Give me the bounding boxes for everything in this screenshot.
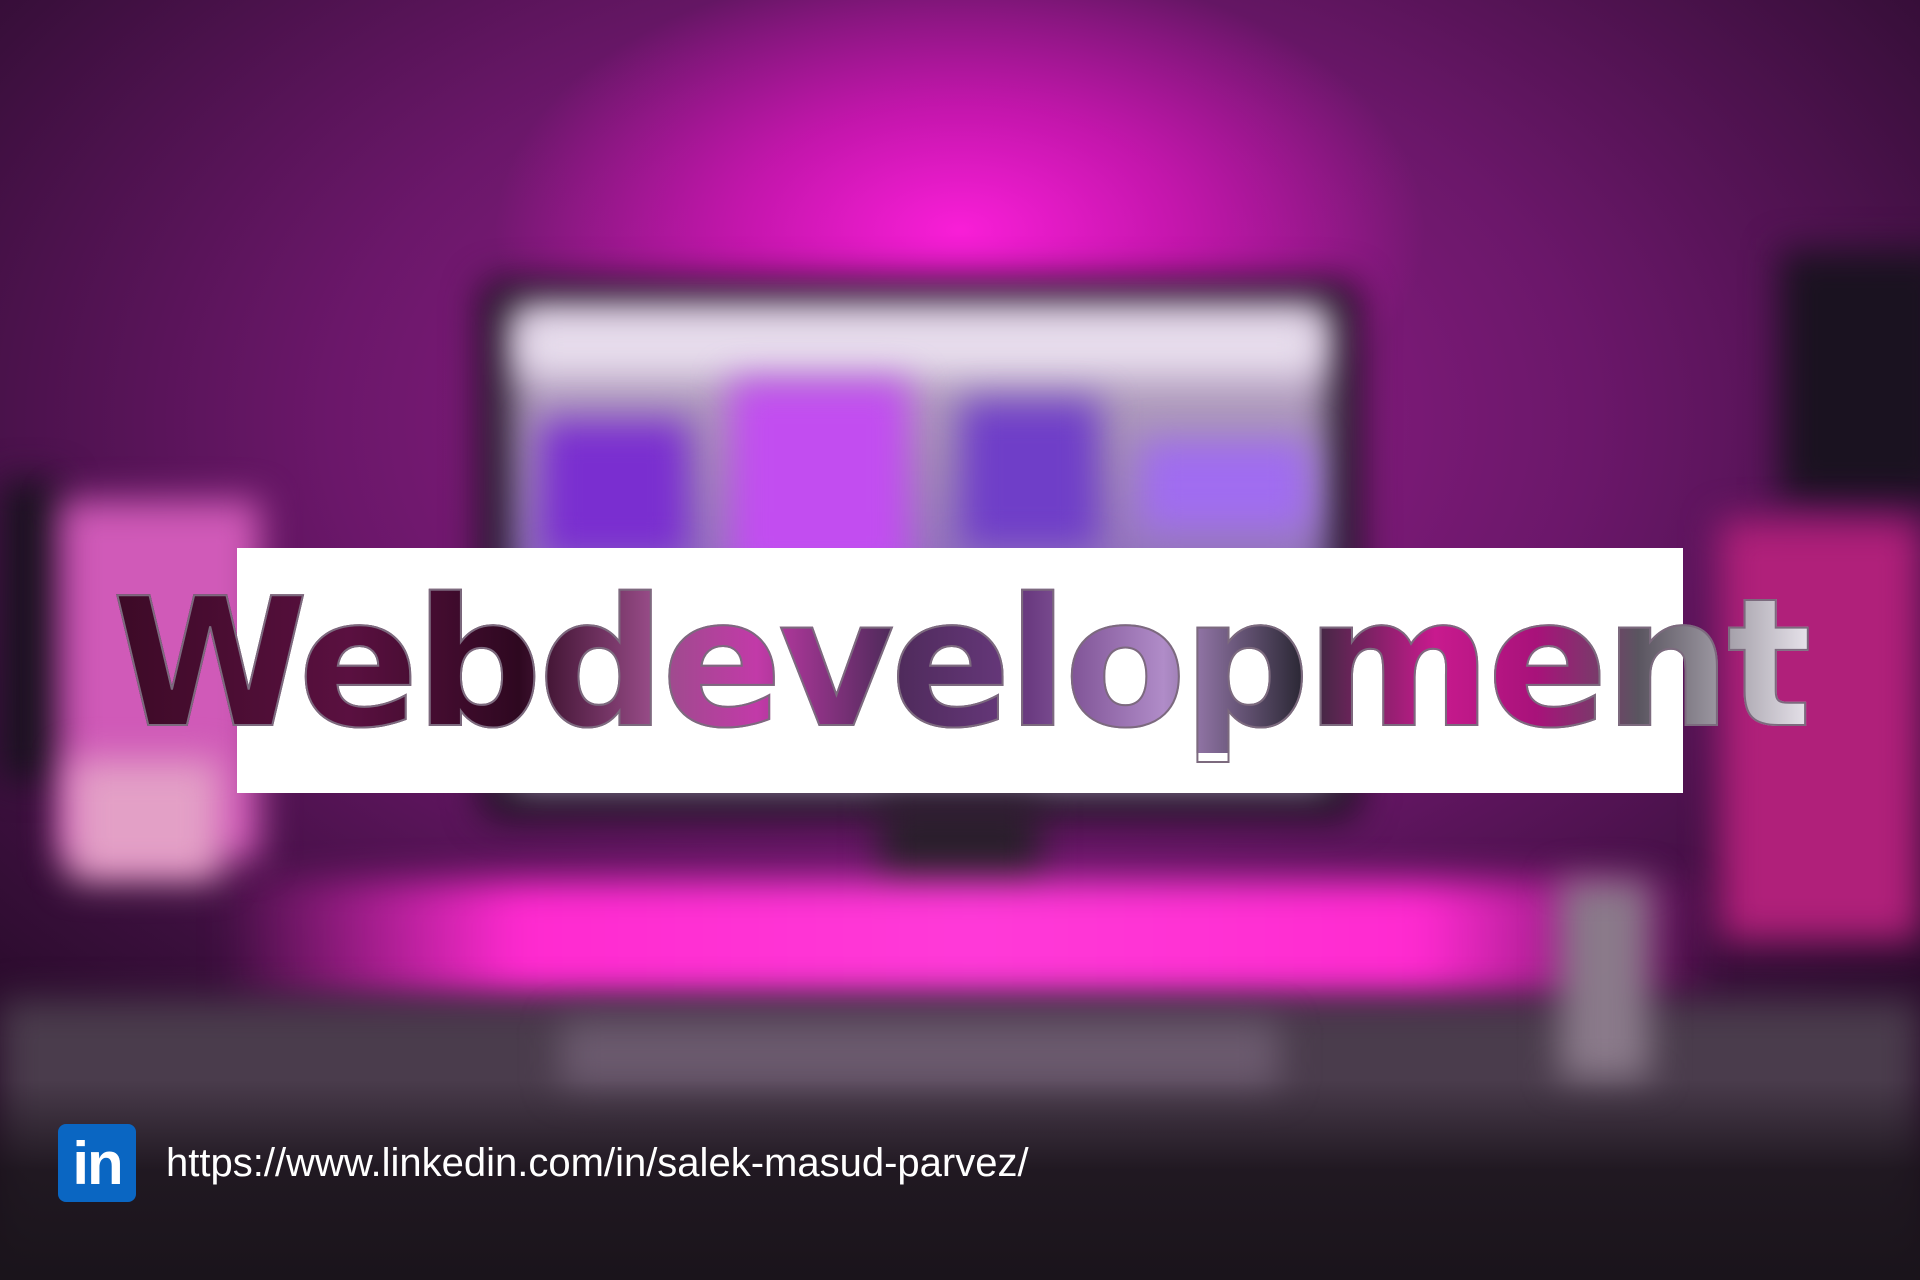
background-photo: Webdevelopment in https://www.linkedin.c… xyxy=(0,0,1920,1280)
banner-title: Webdevelopment xyxy=(111,559,1813,767)
left-speaker-shape xyxy=(0,480,60,780)
title-banner: Webdevelopment xyxy=(111,548,1813,793)
linkedin-icon[interactable]: in xyxy=(58,1124,136,1202)
monitor-screen-tile xyxy=(960,400,1100,550)
desk-light-strip xyxy=(220,880,1720,1000)
linkedin-footer: in https://www.linkedin.com/in/salek-mas… xyxy=(58,1124,1029,1202)
cup-shape xyxy=(1560,880,1650,1080)
right-speaker-shape xyxy=(1780,250,1920,500)
monitor-screen-tile xyxy=(1140,440,1310,530)
monitor-screen-tile xyxy=(540,420,690,560)
monitor-screen-header xyxy=(520,315,1320,375)
left-lamp-glow xyxy=(70,760,220,880)
linkedin-profile-link[interactable]: https://www.linkedin.com/in/salek-masud-… xyxy=(166,1141,1029,1186)
